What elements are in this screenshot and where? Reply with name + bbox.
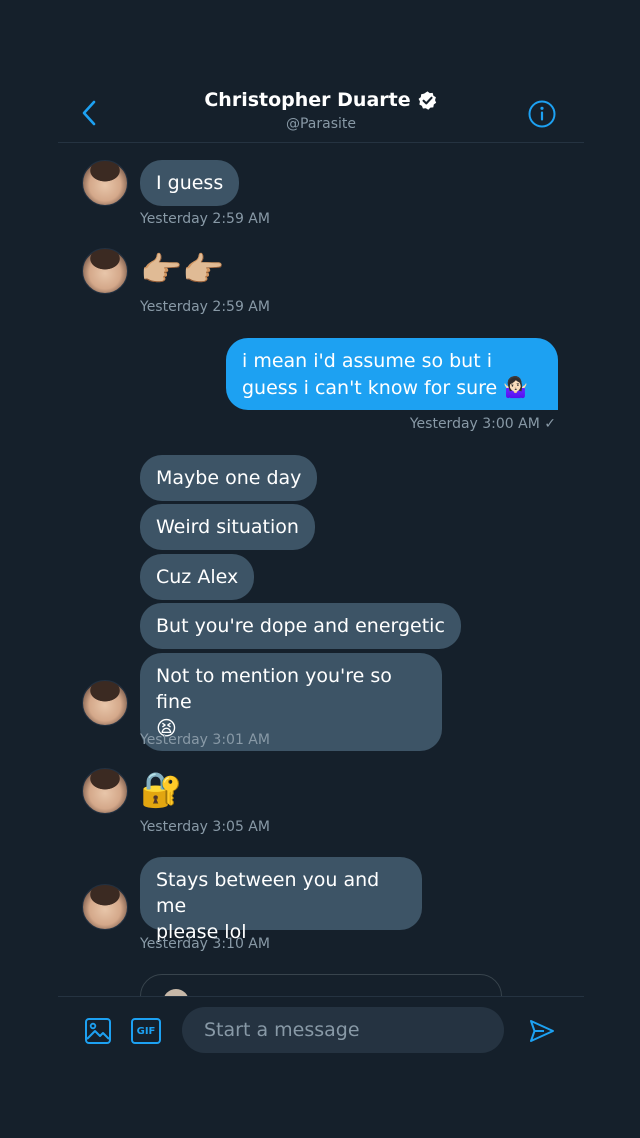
message-emoji[interactable]: 🔐 [140,770,182,810]
conversation-title[interactable]: Christopher Duarte @Parasite [58,89,584,132]
shrug-emoji: 🤷🏻‍♀️ [503,375,529,399]
message-timestamp: Yesterday 3:10 AM [140,936,270,952]
message-bubble-incoming[interactable]: Cuz Alex [140,554,255,600]
message-text: Weird situation [156,516,299,538]
message-bubble-incoming[interactable]: Weird situation [140,504,315,550]
message-timestamp: Yesterday 2:59 AM [140,299,270,315]
message-text-line: Stays between you and me [156,869,380,917]
contact-avatar[interactable] [82,160,128,206]
message-timestamp: Yesterday 3:01 AM [140,732,270,748]
info-icon [528,100,556,128]
message-composer: GIF [58,996,584,1067]
message-text: I guess [156,172,224,194]
contact-avatar[interactable] [82,680,128,726]
message-text: i mean i'd assume so but i guess i can't… [242,350,498,399]
contact-handle: @Parasite [285,116,356,132]
message-input[interactable] [182,1007,504,1053]
contact-avatar[interactable] [82,884,128,930]
contact-name: Christopher Duarte [204,89,411,111]
gif-icon[interactable]: GIF [131,1018,161,1044]
message-text: Maybe one day [156,467,302,489]
message-timestamp: Yesterday 3:05 AM [140,819,270,835]
message-bubble-incoming[interactable]: But you're dope and energetic [140,603,461,649]
message-timestamp: Yesterday 2:59 AM [140,211,270,227]
message-bubble-incoming[interactable]: Stays between you and me please lol [140,857,422,943]
message-emoji[interactable]: 👉🏼👉🏼 [140,250,225,290]
message-timestamp-read: Yesterday 3:00 AM ✓ [409,416,556,432]
info-button[interactable] [528,100,556,128]
conversation-header: Christopher Duarte @Parasite [58,70,584,143]
message-bubble-incoming[interactable]: I guess [140,160,240,206]
image-icon[interactable] [84,1017,112,1045]
dm-conversation-screen: Christopher Duarte @Parasite I guess Yes… [0,0,640,1138]
message-text: But you're dope and energetic [156,615,445,637]
verified-badge-icon [418,90,436,110]
message-text: Not to mention you're so fine [156,665,392,713]
contact-avatar[interactable] [82,768,128,814]
message-bubble-outgoing[interactable]: i mean i'd assume so but i guess i can't… [226,338,558,410]
send-icon[interactable] [528,1017,556,1045]
contact-avatar[interactable] [82,248,128,294]
message-text: Cuz Alex [156,566,239,588]
message-bubble-incoming[interactable]: Maybe one day [140,455,318,501]
